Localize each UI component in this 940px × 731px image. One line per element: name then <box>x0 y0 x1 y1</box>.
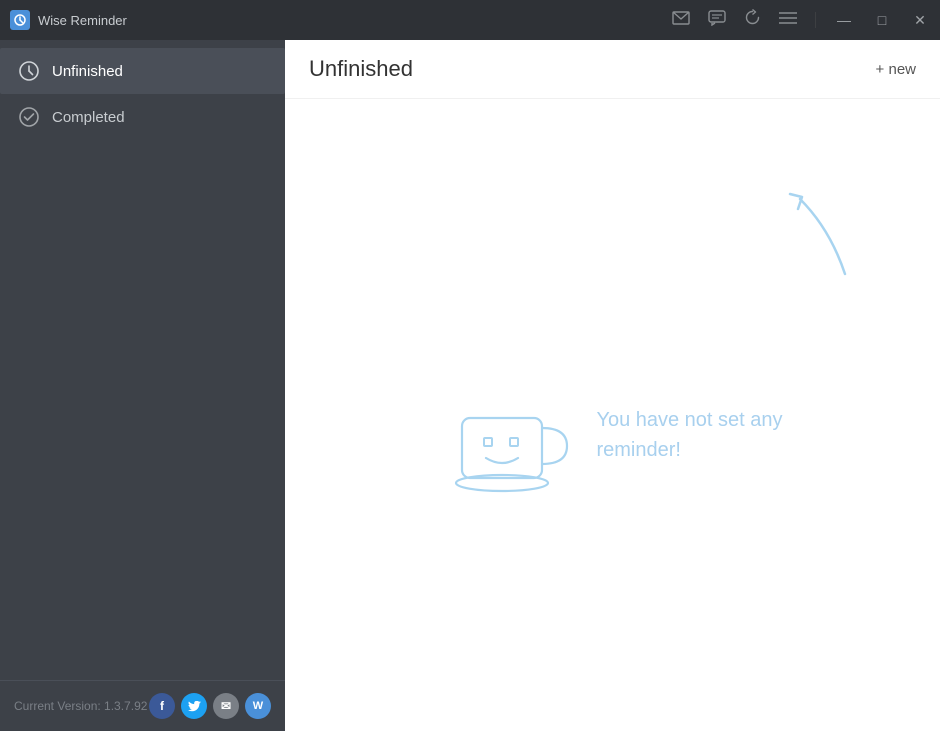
social-icons: f ✉ W <box>149 693 271 719</box>
content-panel: Unfinished + new <box>285 40 940 731</box>
empty-message: You have not set any reminder! <box>596 405 782 465</box>
maximize-button[interactable]: □ <box>872 12 892 28</box>
empty-line2: reminder! <box>596 439 680 461</box>
sidebar-nav: Unfinished Completed <box>0 40 285 680</box>
chat-icon[interactable] <box>708 10 726 31</box>
new-button-label: + new <box>876 61 916 78</box>
clock-icon <box>18 60 40 82</box>
minimize-button[interactable]: — <box>834 12 854 28</box>
app-title: Wise Reminder <box>38 13 127 28</box>
mail-icon[interactable] <box>672 11 690 30</box>
new-button[interactable]: + new <box>876 61 916 78</box>
sidebar-footer: Current Version: 1.3.7.92 f ✉ W <box>0 680 285 731</box>
sidebar-item-completed[interactable]: Completed <box>0 94 285 140</box>
main: Unfinished Completed Current Version: 1.… <box>0 40 940 731</box>
menu-icon[interactable] <box>779 11 797 30</box>
content-header: Unfinished + new <box>285 40 940 99</box>
empty-line1: You have not set any <box>596 409 782 431</box>
facebook-button[interactable]: f <box>149 693 175 719</box>
titlebar-separator <box>815 12 816 28</box>
website-button[interactable]: W <box>245 693 271 719</box>
check-circle-icon <box>18 106 40 128</box>
arrow-hint <box>770 179 860 294</box>
close-button[interactable]: ✕ <box>910 12 930 29</box>
content-body: You have not set any reminder! <box>285 99 940 731</box>
content-title: Unfinished <box>309 56 413 82</box>
email-button[interactable]: ✉ <box>213 693 239 719</box>
refresh-icon[interactable] <box>744 9 761 31</box>
sidebar: Unfinished Completed Current Version: 1.… <box>0 40 285 731</box>
empty-state: You have not set any reminder! <box>442 368 782 503</box>
app-icon <box>10 10 30 30</box>
twitter-button[interactable] <box>181 693 207 719</box>
version-text: Current Version: 1.3.7.92 <box>14 699 147 713</box>
titlebar-left: Wise Reminder <box>10 10 127 30</box>
titlebar-controls: — □ ✕ <box>672 9 930 31</box>
empty-text: You have not set any reminder! <box>596 405 782 465</box>
sidebar-item-label-completed: Completed <box>52 109 125 126</box>
titlebar: Wise Reminder <box>0 0 940 40</box>
sidebar-item-unfinished[interactable]: Unfinished <box>0 48 285 94</box>
sidebar-item-label-unfinished: Unfinished <box>52 63 123 80</box>
cup-illustration <box>442 368 572 503</box>
